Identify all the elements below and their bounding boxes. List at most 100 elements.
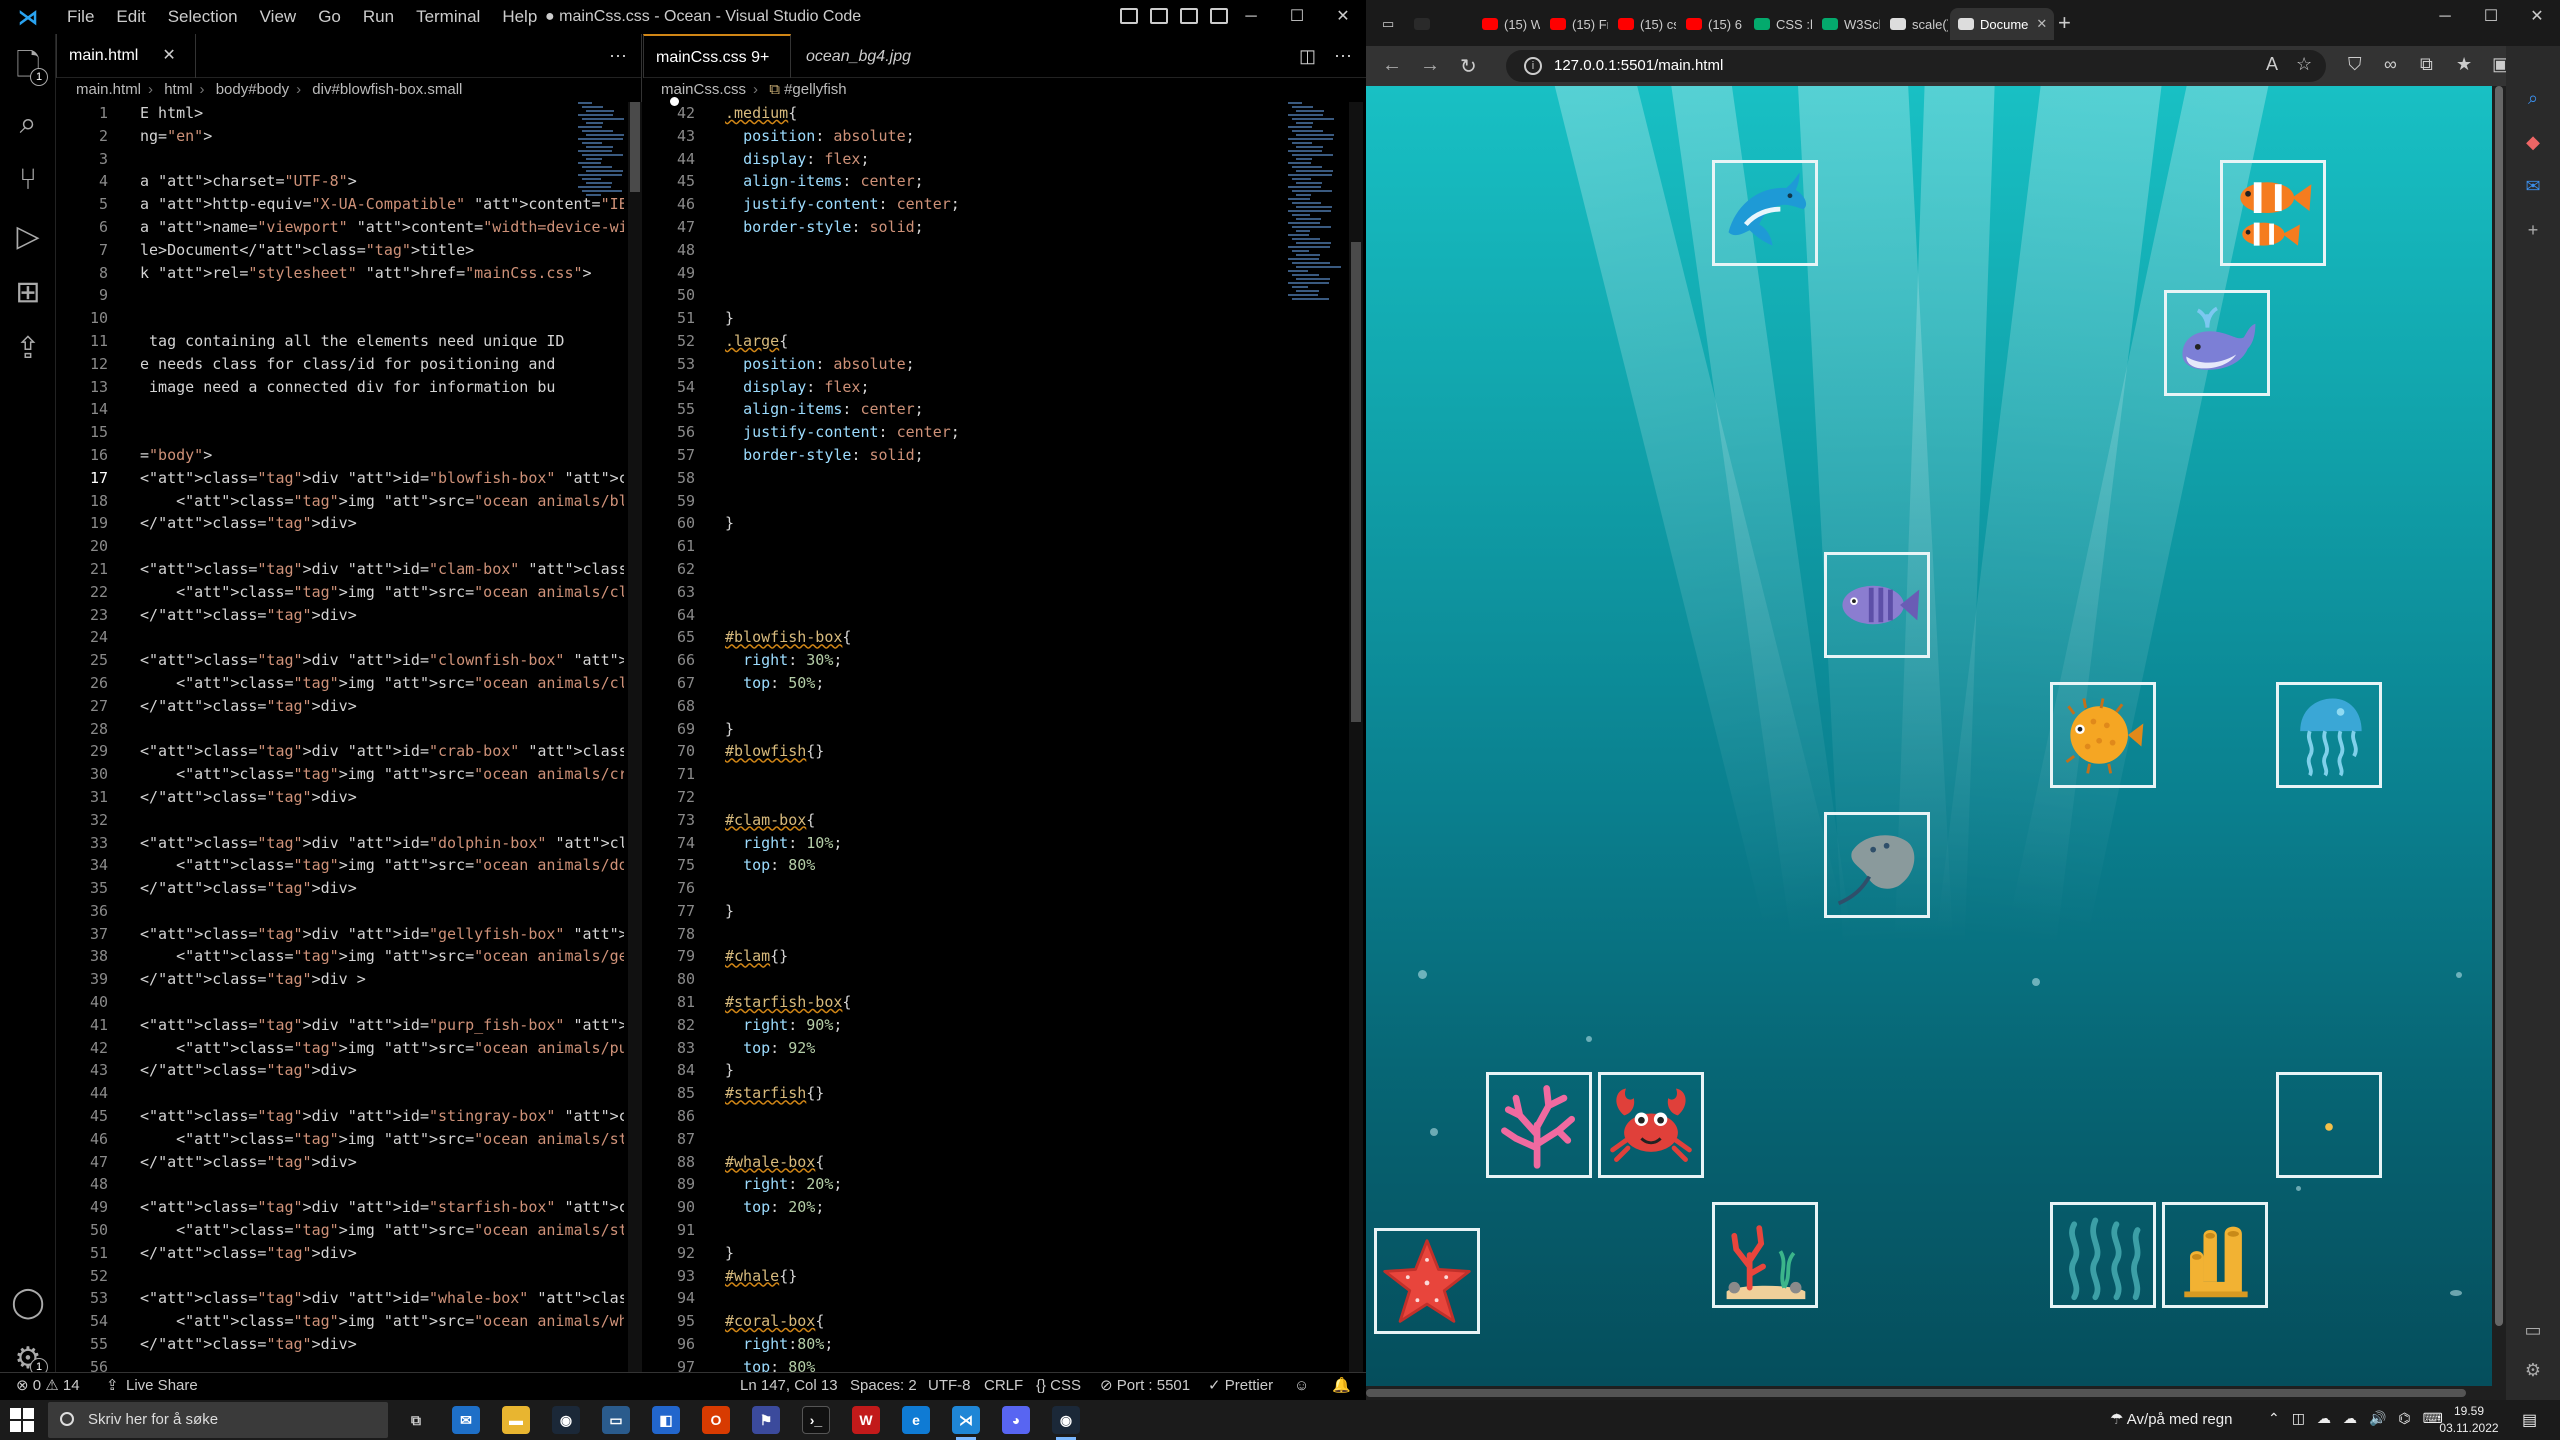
code-line[interactable]: 43 </"att">class="tag">div> [56,1059,641,1082]
code-line[interactable]: 42 .medium{ [643,102,1366,125]
breadcrumb-file[interactable]: mainCss.css [661,81,746,98]
task-view-icon[interactable]: ⧉ [402,1406,430,1434]
whale-box[interactable] [2164,290,2270,396]
split-editor-icon[interactable]: ◫ [1299,34,1316,78]
code-line[interactable]: 31 </"att">class="tag">div> [56,786,641,809]
code-line[interactable]: 23 </"att">class="tag">div> [56,604,641,627]
code-line[interactable]: 47 </"att">class="tag">div> [56,1151,641,1174]
code-editor-css[interactable]: 42 .medium{43 position: absolute; 44 displ… [643,102,1366,1386]
prettier-status[interactable]: ✓ Prettier [1208,1373,1273,1399]
code-line[interactable]: 74 right: 10%; [643,832,1366,855]
code-line[interactable]: 26 <"att">class="tag">img "att">src="oce… [56,672,641,695]
code-line[interactable]: 63 [643,581,1366,604]
live-share-status[interactable]: Live Share [126,1373,198,1399]
favorite-icon[interactable]: ☆ [2296,54,2312,75]
code-line[interactable]: 35 </"att">class="tag">div> [56,877,641,900]
clownfish-box[interactable] [2220,160,2326,266]
code-line[interactable]: 94 [643,1287,1366,1310]
page-vertical-scrollbar[interactable] [2492,86,2506,1386]
code-line[interactable]: 49 [643,262,1366,285]
show-hidden-icons[interactable]: ⌃ [2268,1410,2280,1427]
code-line[interactable]: 51 </"att">class="tag">div> [56,1242,641,1265]
code-line[interactable]: 45 <"att">class="tag">div "att">id="sting… [56,1105,641,1128]
code-line[interactable]: 29 <"att">class="tag">div "att">id="crab-… [56,740,641,763]
customize-layout-icon[interactable] [1210,8,1228,24]
sidebar-search-icon[interactable]: ⌕ [2506,88,2560,109]
code-line[interactable]: 44 display: flex; [643,148,1366,171]
code-line[interactable]: 54 <"att">class="tag">img "att">src="oce… [56,1310,641,1333]
taskbar-search[interactable]: Skriv her for å søke [48,1402,388,1438]
site-info-icon[interactable]: i [1524,57,1542,75]
menu-run[interactable]: Run [352,0,405,34]
code-line[interactable]: 57 border-style: solid; [643,444,1366,467]
code-line[interactable]: 33 <"att">class="tag">div "att">id="dolph… [56,832,641,855]
code-line[interactable]: 46 <"att">class="tag">img "att">src="oce… [56,1128,641,1151]
browser-tab[interactable]: (15) Fro✕ [1542,8,1608,40]
code-line[interactable]: 41 <"att">class="tag">div "att">id="purp_… [56,1014,641,1037]
stingray-box[interactable] [1824,812,1930,918]
code-line[interactable]: 24 [56,626,641,649]
tray-icon-1[interactable]: ◫ [2292,1410,2305,1427]
tab-maincss[interactable]: mainCss.css 9+ [643,34,791,107]
code-line[interactable]: 72 [643,786,1366,809]
code-line[interactable]: 81 #starfish-box{ [643,991,1366,1014]
system-clock[interactable]: 19.59 03.11.2022 [2426,1403,2512,1437]
browser-tab[interactable]: (15) css✕ [1610,8,1676,40]
code-line[interactable]: 52 .large{ [643,330,1366,353]
scrollbar-right[interactable] [1349,102,1363,1384]
browser-tab[interactable]: Docume ✕ [1950,8,2054,40]
sponge-box[interactable] [2162,1202,2268,1308]
onedrive-2-icon[interactable]: ☁ [2343,1410,2357,1427]
code-line[interactable]: 85 #starfish{} [643,1082,1366,1105]
code-line[interactable]: 18 <"att">class="tag">img "att">src="oce… [56,490,641,513]
code-line[interactable]: 58 [643,467,1366,490]
code-line[interactable]: 2 ng="en"> [56,125,641,148]
code-line[interactable]: 88 #whale-box{ [643,1151,1366,1174]
menu-help[interactable]: Help [491,0,548,34]
app-icon-1[interactable]: ▭ [602,1406,630,1434]
code-line[interactable]: 16 ="body"> [56,444,641,467]
discord-icon[interactable]: ◕ [1002,1406,1030,1434]
code-line[interactable]: 71 [643,763,1366,786]
maximize-button[interactable]: ☐ [1274,0,1320,34]
onedrive-icon[interactable]: ☁ [2317,1410,2331,1427]
code-line[interactable]: 36 [56,900,641,923]
code-line[interactable]: 86 [643,1105,1366,1128]
sidebar-shopping-icon[interactable]: ◆ [2506,132,2560,153]
code-line[interactable]: 45 align-items: center; [643,170,1366,193]
tab-actions-icon[interactable]: ▭ [1374,8,1400,40]
code-line[interactable]: 22 <"att">class="tag">img "att">src="oce… [56,581,641,604]
code-line[interactable]: 55 align-items: center; [643,398,1366,421]
sidebar-settings-icon[interactable]: ⚙ [2506,1360,2560,1381]
extensions-icon[interactable]: ⊞ [0,264,56,320]
code-line[interactable]: 4 a "att">charset="UTF-8"> [56,170,641,193]
close-tab-icon[interactable]: ✕ [2036,16,2047,32]
steam-icon[interactable]: ◉ [552,1406,580,1434]
code-line[interactable]: 59 [643,490,1366,513]
starfish-box[interactable] [1374,1228,1480,1334]
notification-center-icon[interactable]: ▤ [2522,1410,2537,1430]
source-control-icon[interactable]: ⑂ [0,152,56,208]
dolphin-box[interactable] [1712,160,1818,266]
code-line[interactable]: 48 [56,1173,641,1196]
code-line[interactable]: 56 justify-content: center; [643,421,1366,444]
code-line[interactable]: 38 <"att">class="tag">img "att">src="oce… [56,945,641,968]
sidebar-add-icon[interactable]: + [2506,220,2560,241]
code-line[interactable]: 55 </"att">class="tag">div> [56,1333,641,1356]
run-debug-icon[interactable]: ▷ [0,208,56,264]
code-line[interactable]: 92} [643,1242,1366,1265]
page-horizontal-scrollbar[interactable] [1366,1386,2492,1400]
code-line[interactable]: 61 [643,535,1366,558]
language-mode[interactable]: {} CSS [1036,1373,1081,1399]
toggle-secondary-sidebar-icon[interactable] [1180,8,1198,24]
code-line[interactable]: 89 right: 20%; [643,1173,1366,1196]
code-line[interactable]: 82 right: 90%; [643,1014,1366,1037]
feedback-icon[interactable]: ☺ [1294,1373,1309,1399]
code-line[interactable]: 84} [643,1059,1366,1082]
menu-selection[interactable]: Selection [157,0,249,34]
crab-box[interactable] [1598,1072,1704,1178]
code-line[interactable]: 14 [56,398,641,421]
start-button[interactable] [10,1408,34,1432]
live-server-port[interactable]: ⊘ Port : 5501 [1100,1373,1190,1399]
breadcrumb-selector[interactable]: #gellyfish [784,81,847,98]
